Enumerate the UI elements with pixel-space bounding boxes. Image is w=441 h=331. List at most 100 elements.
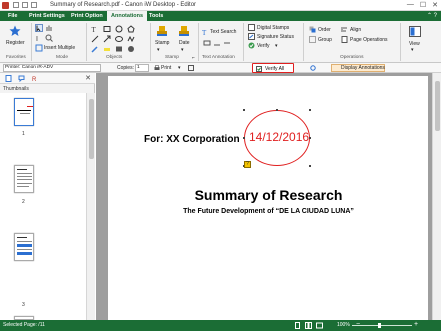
stamp-icon[interactable] [156, 25, 168, 37]
zoom-out-icon[interactable]: − [356, 321, 360, 328]
register-button[interactable]: Register [6, 40, 25, 46]
resize-handle[interactable] [309, 165, 311, 167]
hand-icon[interactable] [45, 24, 53, 32]
tab-file[interactable]: File [4, 11, 21, 21]
resize-handle[interactable] [309, 137, 311, 139]
help-icon[interactable]: ⌃ ? [427, 12, 437, 19]
redo-icon[interactable] [31, 2, 37, 8]
thumbnail-page-3[interactable] [14, 233, 34, 261]
resize-handle[interactable] [243, 137, 245, 139]
resize-handle[interactable] [276, 109, 278, 111]
signatures-tab-icon[interactable]: R [31, 75, 38, 82]
digital-stamps-icon[interactable] [248, 24, 255, 31]
group-icon[interactable] [309, 36, 316, 43]
tab-print-settings[interactable]: Print Settings [25, 11, 69, 21]
save-icon[interactable] [13, 2, 19, 8]
view-dropdown-icon[interactable]: ▾ [411, 47, 414, 53]
insert-multiple-icon[interactable] [35, 44, 43, 52]
align-icon[interactable] [341, 26, 348, 33]
filled-rectangle-icon[interactable] [115, 45, 123, 53]
print-button[interactable]: Print [161, 65, 171, 71]
copies-input[interactable]: 1 [135, 64, 149, 72]
close-button[interactable]: ✕ [432, 1, 438, 9]
stamp-group-launcher-icon[interactable]: ⌐ [192, 55, 195, 61]
view-icon[interactable] [409, 26, 421, 38]
text-select-icon[interactable]: I [35, 34, 43, 42]
printer-select[interactable]: Printer: Canon iR-ADV [3, 64, 101, 72]
printer-icon[interactable] [154, 65, 160, 71]
polygon-icon[interactable] [127, 25, 135, 33]
resize-handle[interactable] [309, 109, 311, 111]
thumbnails-label: Thumbnails [3, 86, 29, 92]
close-pane-icon[interactable]: ✕ [85, 74, 91, 82]
display-annotations-button[interactable]: Display Annotations [331, 64, 385, 72]
signature-status-button[interactable]: Signature Status [257, 34, 294, 40]
circle-icon[interactable] [115, 25, 123, 33]
verify-button[interactable]: Verify [257, 43, 270, 49]
select-arrow-icon[interactable] [35, 24, 43, 32]
thumbnail-page-1[interactable] [14, 98, 34, 126]
verify-all-icon [256, 65, 262, 72]
undo-icon[interactable] [22, 2, 28, 8]
text-strikeout-icon[interactable] [223, 39, 231, 47]
tab-print-option[interactable]: Print Option [67, 11, 107, 21]
maximize-button[interactable]: ☐ [420, 1, 426, 9]
polyline-icon[interactable] [127, 35, 135, 43]
insert-multiple-button[interactable]: Insert Multiple [44, 45, 75, 51]
zoom-slider[interactable] [352, 325, 412, 326]
digital-stamps-button[interactable]: Digital Stamps [257, 25, 289, 31]
print-dropdown-icon[interactable]: ▾ [178, 65, 181, 71]
svg-text:T: T [202, 29, 207, 36]
text-search-icon[interactable]: T [202, 28, 210, 36]
signature-status-icon[interactable] [248, 33, 255, 40]
thumbnails-scrollbar[interactable] [86, 93, 95, 320]
verify-icon[interactable] [248, 42, 255, 49]
filled-circle-icon[interactable] [127, 45, 135, 53]
verify-all-button[interactable]: Verify All [252, 63, 294, 73]
arrow-icon[interactable] [103, 35, 111, 43]
align-button[interactable]: Align [350, 27, 361, 33]
minimize-button[interactable]: — [407, 1, 414, 9]
operations-group-label: Operations [340, 55, 364, 60]
tab-tools[interactable]: Tools [145, 11, 167, 21]
ellipse-icon[interactable] [115, 35, 123, 43]
fit-width-icon[interactable] [316, 322, 323, 329]
text-underline-icon[interactable] [213, 39, 221, 47]
thumbnails-tab-icon[interactable] [5, 75, 12, 82]
thumbnail-number: 2 [22, 199, 25, 205]
thumbnail-page-2[interactable] [14, 165, 34, 193]
zoom-icon[interactable] [45, 34, 53, 42]
date-button[interactable]: Date [179, 40, 190, 46]
refresh-icon[interactable] [310, 65, 316, 71]
text-box-icon[interactable]: T [91, 25, 99, 33]
page-layout-single-icon[interactable] [294, 322, 301, 329]
date-dropdown-icon[interactable]: ▾ [181, 47, 184, 53]
zoom-slider-knob[interactable] [378, 323, 381, 328]
text-highlight-icon[interactable] [203, 39, 211, 47]
highlighter-icon[interactable] [103, 45, 111, 53]
stamp-button[interactable]: Stamp [155, 40, 169, 46]
order-button[interactable]: Order [318, 27, 331, 33]
group-button[interactable]: Group [318, 37, 332, 43]
page-operations-icon[interactable] [341, 36, 348, 43]
resize-handle[interactable] [243, 109, 245, 111]
print-preview-icon[interactable] [188, 65, 194, 71]
page-operations-button[interactable]: Page Operations [350, 37, 388, 43]
tab-annotations[interactable]: Annotations [107, 11, 148, 21]
verify-dropdown-icon[interactable]: ▾ [275, 43, 278, 49]
rectangle-icon[interactable] [103, 25, 111, 33]
order-icon[interactable] [309, 26, 316, 33]
line-icon[interactable] [91, 35, 99, 43]
page-layout-double-icon[interactable] [305, 322, 312, 329]
signature-verified-icon[interactable]: ? [244, 161, 251, 168]
star-icon[interactable] [9, 25, 21, 37]
date-stamp-icon[interactable] [178, 25, 190, 37]
ribbon: Register Favorites I Insert Multiple Mod… [0, 21, 441, 63]
zoom-in-icon[interactable]: + [414, 321, 418, 328]
annotations-tab-icon[interactable] [18, 75, 25, 82]
stamp-dropdown-icon[interactable]: ▾ [157, 47, 160, 53]
for-line: For: XX Corporation [144, 134, 240, 145]
document-title: Summary of Research [194, 187, 343, 203]
pen-icon[interactable] [91, 45, 99, 53]
text-search-button[interactable]: Text Search [210, 29, 236, 35]
